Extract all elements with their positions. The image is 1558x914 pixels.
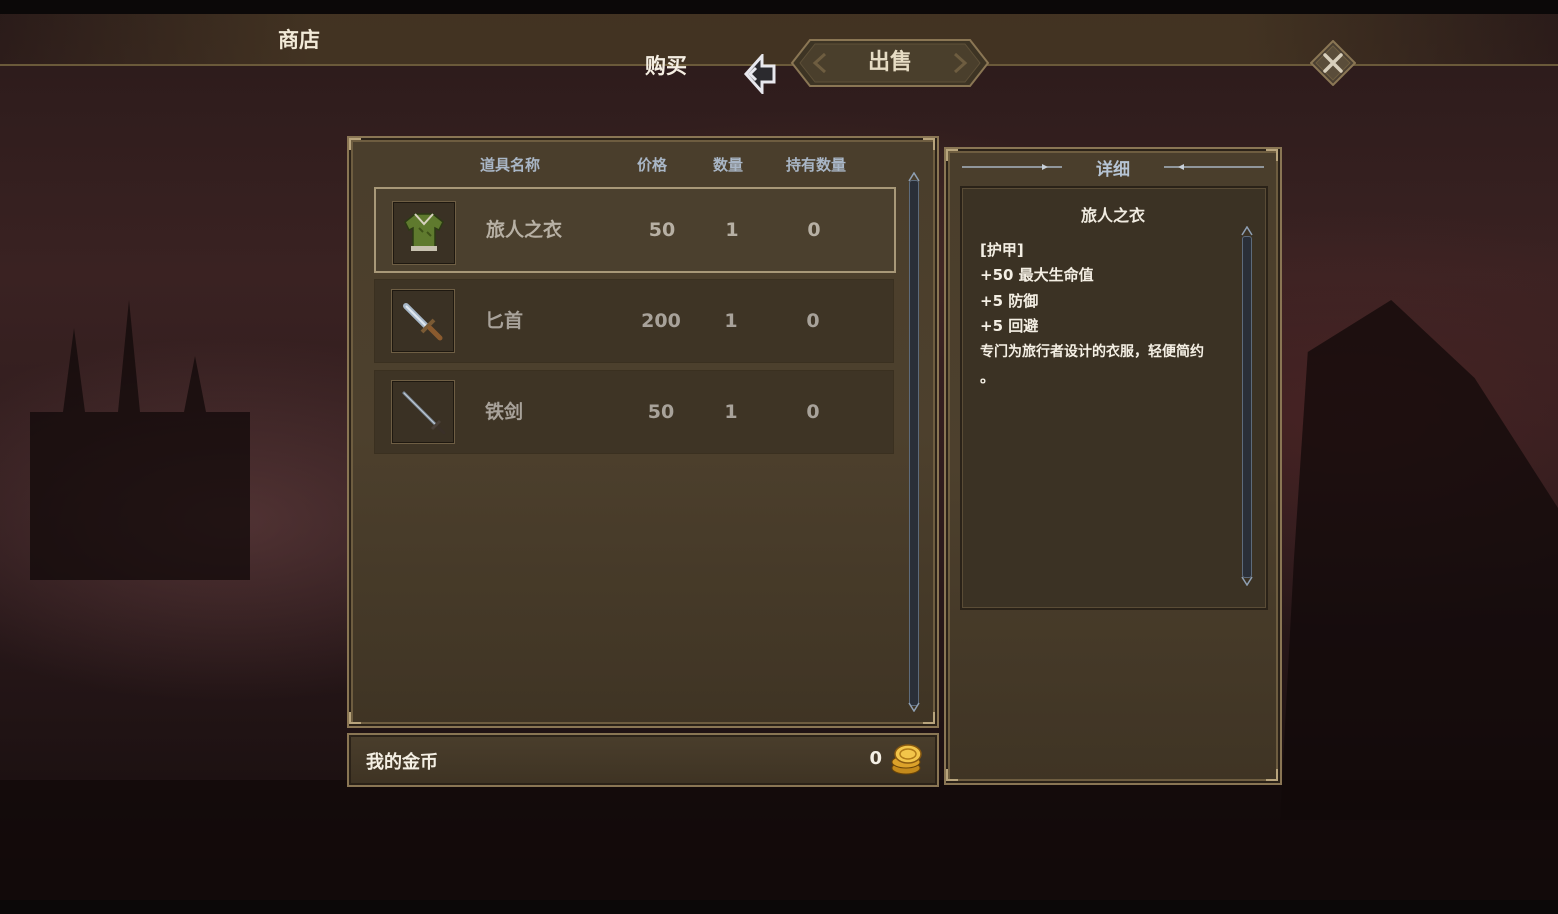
detail-scrollbar[interactable] xyxy=(1242,236,1252,578)
iron-sword-icon xyxy=(402,391,446,435)
item-price: 50 xyxy=(647,401,675,423)
tab-sell[interactable]: 出售 xyxy=(790,38,990,88)
header-owned: 持有数量 xyxy=(786,156,847,174)
dagger-icon xyxy=(403,303,443,341)
item-owned: 0 xyxy=(806,401,820,423)
scroll-up-icon[interactable] xyxy=(908,172,920,182)
ground-silhouette xyxy=(0,780,1558,900)
item-price: 50 xyxy=(648,219,676,241)
detail-line: +50 最大生命值 xyxy=(980,266,1094,284)
item-owned: 0 xyxy=(807,219,821,241)
item-icon-frame xyxy=(391,289,455,353)
page-title: 商店 xyxy=(278,28,320,52)
item-owned: 0 xyxy=(806,310,820,332)
list-scrollbar[interactable] xyxy=(909,180,919,706)
top-border xyxy=(0,0,1558,14)
swap-tab-icon[interactable] xyxy=(742,52,778,96)
detail-header: 详细 xyxy=(1096,160,1130,180)
header-name: 道具名称 xyxy=(480,156,541,174)
panel-corner xyxy=(349,138,361,150)
panel-corner xyxy=(923,138,935,150)
panel-corner xyxy=(946,769,958,781)
item-price: 200 xyxy=(641,310,681,332)
gold-label: 我的金币 xyxy=(366,752,438,773)
bottom-border xyxy=(0,900,1558,914)
panel-corner xyxy=(1266,769,1278,781)
close-icon xyxy=(1309,39,1357,87)
panel-corner xyxy=(923,712,935,724)
scroll-down-icon[interactable] xyxy=(1241,576,1253,586)
detail-line: +5 防御 xyxy=(980,292,1039,310)
tab-sell-label: 出售 xyxy=(867,50,912,75)
item-row[interactable]: 匕首 200 1 0 xyxy=(374,279,894,363)
gold-value: 0 xyxy=(869,748,882,769)
item-qty: 1 xyxy=(724,310,738,332)
item-name: 匕首 xyxy=(485,310,524,332)
item-name: 旅人之衣 xyxy=(486,219,563,241)
header-qty: 数量 xyxy=(713,156,744,174)
gold-coins-icon xyxy=(891,744,922,775)
scroll-up-icon[interactable] xyxy=(1241,226,1253,236)
item-name: 铁剑 xyxy=(485,401,524,423)
tab-buy[interactable]: 购买 xyxy=(645,50,687,80)
item-icon-frame xyxy=(391,380,455,444)
close-button[interactable] xyxy=(1309,39,1357,87)
panel-corner xyxy=(349,712,361,724)
item-icon-frame xyxy=(392,201,456,265)
detail-item-title: 旅人之衣 xyxy=(1080,206,1145,225)
detail-line: 专门为旅行者设计的衣服，轻便简约 xyxy=(980,344,1204,360)
item-row[interactable]: 铁剑 50 1 0 xyxy=(374,370,894,454)
scroll-down-icon[interactable] xyxy=(908,702,920,712)
item-qty: 1 xyxy=(724,401,738,423)
green-tunic-icon xyxy=(404,213,444,251)
item-qty: 1 xyxy=(725,219,739,241)
detail-line: +5 回避 xyxy=(980,317,1039,335)
detail-line: [护甲] xyxy=(980,241,1024,259)
detail-line: 。 xyxy=(980,368,996,386)
header-price: 价格 xyxy=(637,156,668,174)
item-row[interactable]: 旅人之衣 50 1 0 xyxy=(374,187,896,273)
